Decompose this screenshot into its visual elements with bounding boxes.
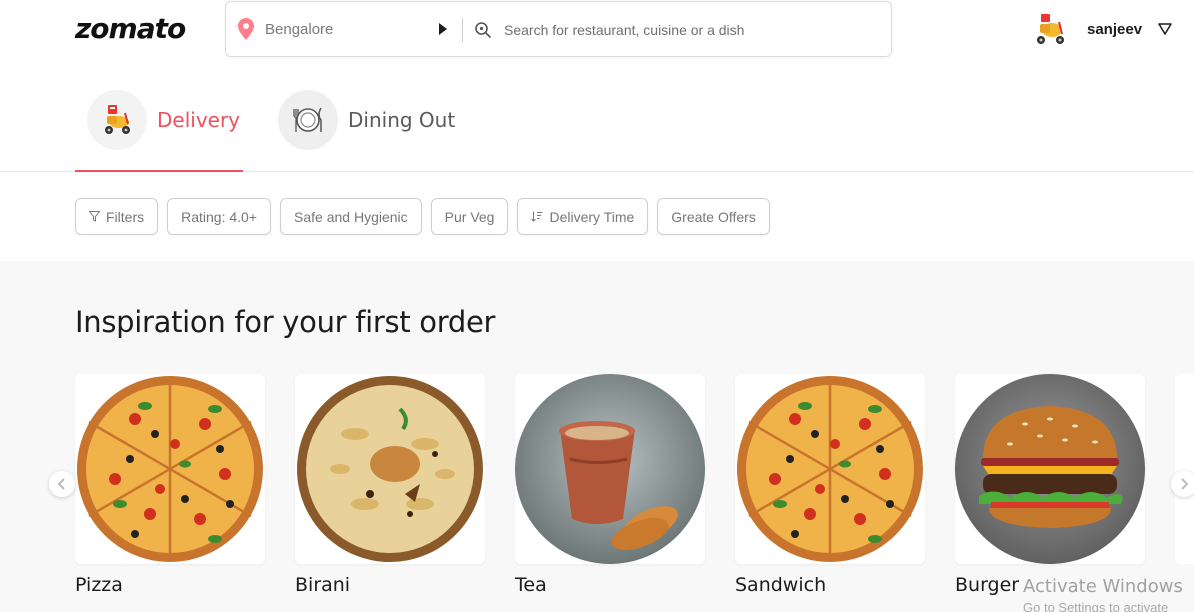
filter-bar: Filters Rating: 4.0+ Safe and Hygienic P… [75,198,779,235]
pizza-image [75,374,265,564]
section-title: Inspiration for your first order [75,305,496,339]
chevron-left-icon [57,478,65,490]
tea-image [515,374,705,564]
username[interactable]: sanjeev [1087,21,1142,38]
food-card-label: Birani [295,574,351,596]
great-offers-filter-label: Greate Offers [671,208,756,225]
location-selector[interactable]: Bengalore [265,21,333,38]
rating-filter-chip[interactable]: Rating: 4.0+ [167,198,272,235]
search-input[interactable] [504,16,874,44]
food-card-sandwich[interactable]: Sandwich [735,374,925,596]
delivery-icon-wrap [87,90,147,150]
activate-windows-subtext: Go to Settings to activate [1023,600,1169,612]
chevron-down-icon[interactable] [1158,23,1172,35]
avatar[interactable] [1031,10,1069,48]
delivery-time-filter-chip[interactable]: Delivery Time [517,198,649,235]
search-bar: Bengalore [225,1,892,57]
safe-hygienic-filter-label: Safe and Hygienic [294,208,408,225]
order-type-tabs: Delivery Dining Out [0,64,1194,172]
burger-image [955,374,1145,564]
sort-icon [531,211,543,222]
pure-veg-filter-chip[interactable]: Pur Veg [430,198,509,235]
location-dropdown-icon[interactable] [439,23,447,35]
delivery-time-filter-label: Delivery Time [549,208,635,225]
dining-plate-icon [293,107,322,132]
filters-button[interactable]: Filters [75,198,159,235]
zomato-logo[interactable]: zomato [75,12,186,45]
user-menu[interactable]: sanjeev [1031,8,1172,50]
carousel-prev-button[interactable] [49,471,75,497]
filter-icon [89,211,100,222]
great-offers-filter-chip[interactable]: Greate Offers [657,198,770,235]
rating-filter-label: Rating: 4.0+ [181,208,258,225]
chevron-right-icon [1181,478,1189,490]
tab-dining-out-label: Dining Out [348,108,456,132]
carousel-next-button[interactable] [1171,471,1194,497]
activate-windows-watermark: Activate Windows [1023,576,1183,597]
food-card-pizza[interactable]: Pizza [75,374,265,596]
scooter-avatar-icon [1031,10,1069,48]
tab-delivery[interactable]: Delivery [75,90,243,172]
location-pin-icon [238,18,254,40]
pizza-image [735,374,925,564]
header: zomato Bengalore Search for restaurant, … [0,0,1194,64]
inspiration-section: Inspiration for your first order Pizza B… [0,261,1194,612]
food-card-birani[interactable]: Birani [295,374,485,596]
food-card-tea[interactable]: Tea [515,374,705,596]
safe-hygienic-filter-chip[interactable]: Safe and Hygienic [280,198,422,235]
food-card-partial[interactable] [1175,374,1194,564]
tab-dining-out[interactable]: Dining Out [278,90,468,172]
food-card-label: Pizza [75,574,123,596]
search-divider [462,18,463,42]
tab-delivery-label: Delivery [157,108,241,132]
pure-veg-filter-label: Pur Veg [444,208,495,225]
food-card-label: Tea [515,574,547,596]
food-card-burger[interactable]: Burger [955,374,1145,596]
search-icon [475,22,491,38]
biryani-image [295,374,485,564]
filters-label: Filters [106,208,145,225]
delivery-scooter-icon [105,105,130,134]
food-card-label: Sandwich [735,574,827,596]
dining-icon-wrap [278,90,338,150]
